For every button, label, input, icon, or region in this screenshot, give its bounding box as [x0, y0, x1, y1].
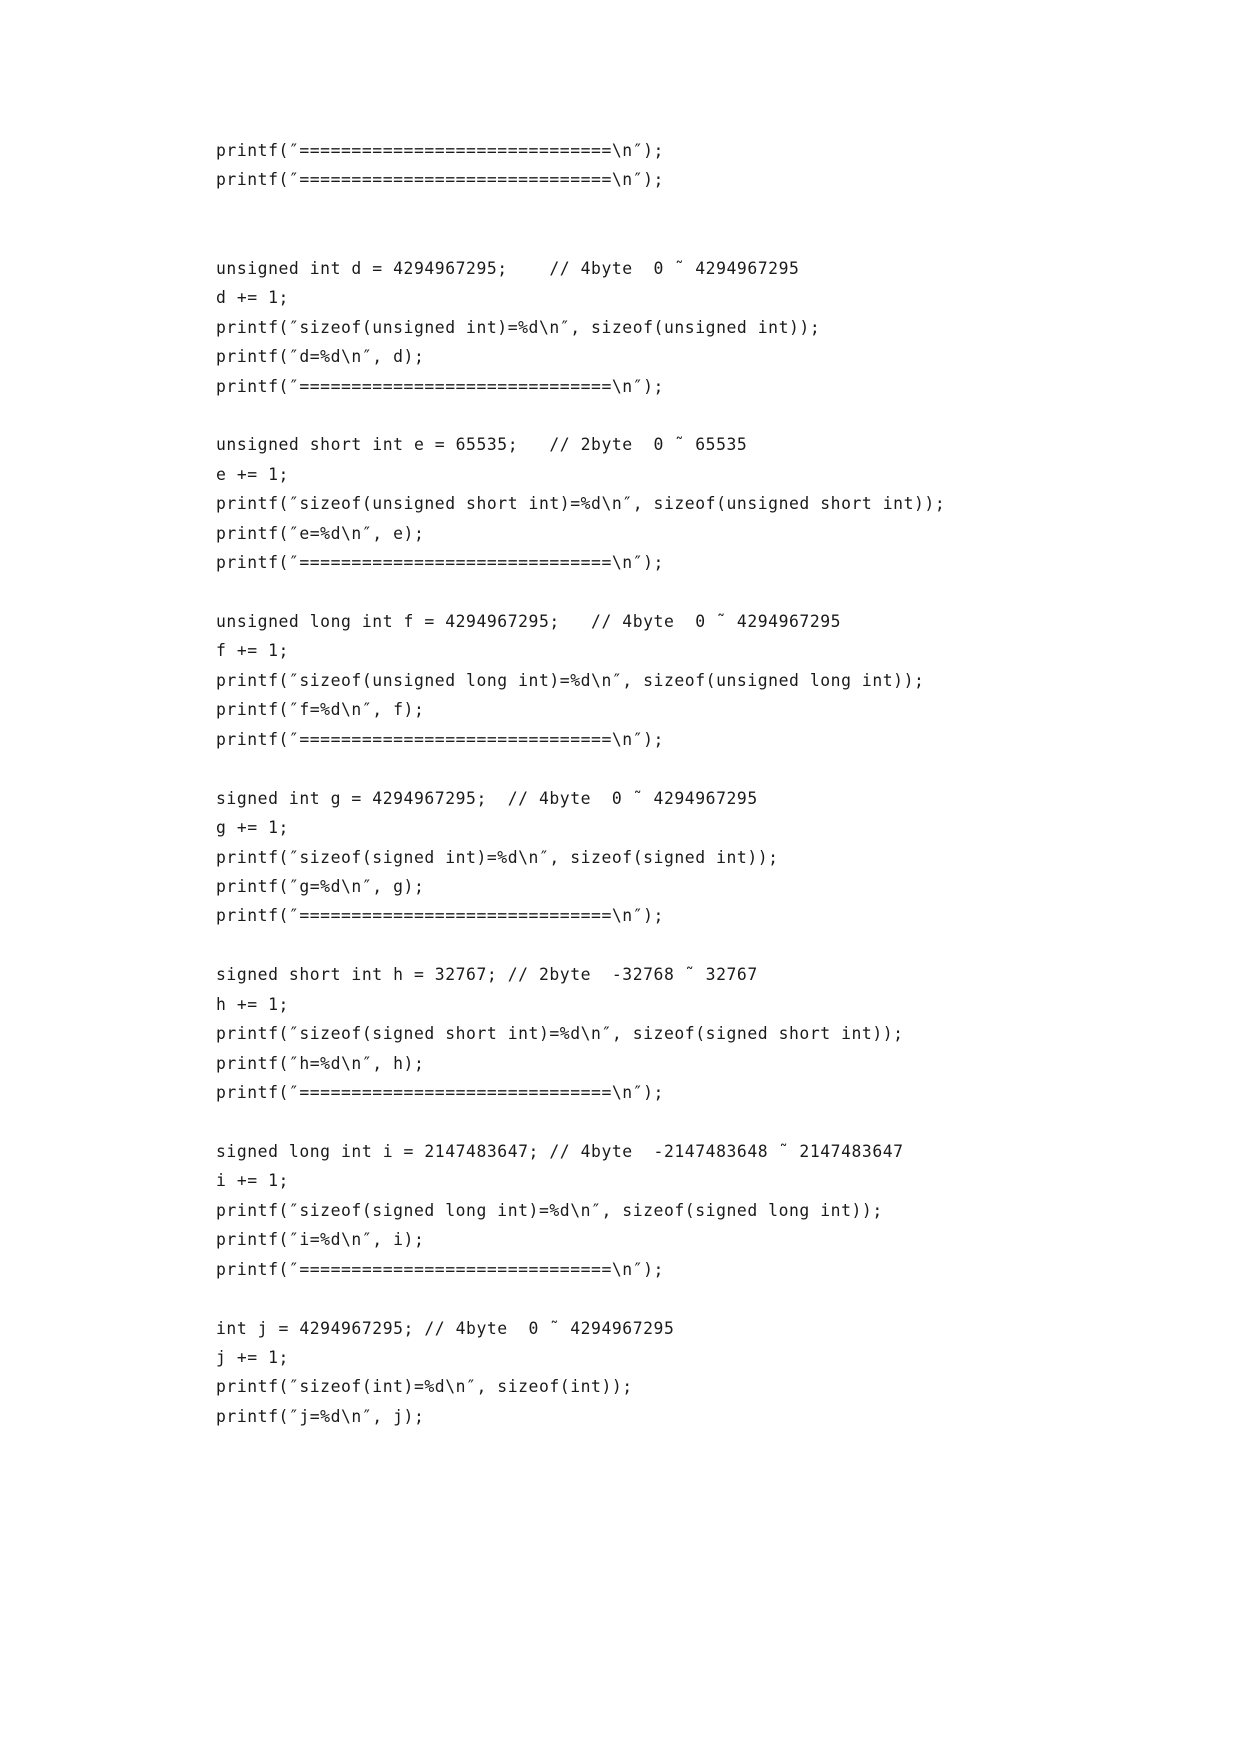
code-line: signed short int h = 32767; // 2byte -32… [216, 965, 758, 985]
code-line: printf(″sizeof(unsigned int)=%d\n″, size… [216, 317, 821, 337]
code-line: g += 1; [216, 818, 289, 838]
code-line: printf(″==============================\n… [216, 553, 664, 573]
code-line: printf(″sizeof(signed short int)=%d\n″, … [216, 1024, 904, 1044]
code-line: f += 1; [216, 641, 289, 661]
code-line: printf(″==============================\n… [216, 170, 664, 190]
code-line: d += 1; [216, 288, 289, 308]
code-line: printf(″==============================\n… [216, 906, 664, 926]
code-line: printf(″j=%d\n″, j); [216, 1406, 425, 1426]
code-line: printf(″==============================\n… [216, 376, 664, 396]
code-line: printf(″sizeof(unsigned short int)=%d\n″… [216, 494, 946, 514]
code-line: printf(″sizeof(signed long int)=%d\n″, s… [216, 1200, 883, 1220]
code-line: unsigned long int f = 4294967295; // 4by… [216, 612, 842, 631]
code-line: printf(″i=%d\n″, i); [216, 1230, 425, 1250]
code-line: i += 1; [216, 1171, 289, 1191]
code-line: printf(″sizeof(signed int)=%d\n″, sizeof… [216, 847, 779, 867]
code-listing: printf(″==============================\n… [216, 136, 1176, 1431]
code-line: printf(″h=%d\n″, h); [216, 1053, 425, 1073]
code-line: printf(″sizeof(unsigned long int)=%d\n″,… [216, 670, 925, 690]
code-line: int j = 4294967295; // 4byte 0 ˜ 4294967… [216, 1318, 675, 1338]
code-line: signed int g = 4294967295; // 4byte 0 ˜ … [216, 788, 758, 808]
code-line: printf(″e=%d\n″, e); [216, 523, 425, 543]
code-line: printf(″g=%d\n″, g); [216, 876, 425, 896]
code-line: printf(″d=%d\n″, d); [216, 347, 425, 367]
code-line: unsigned int d = 4294967295; // 4byte 0 … [216, 258, 800, 278]
document-page: printf(″==============================\n… [0, 0, 1240, 1753]
code-line: j += 1; [216, 1347, 289, 1367]
code-line: h += 1; [216, 994, 289, 1014]
code-line: e += 1; [216, 464, 289, 484]
code-line: printf(″f=%d\n″, f); [216, 700, 425, 720]
code-line: printf(″==============================\n… [216, 1259, 664, 1279]
code-line: unsigned short int e = 65535; // 2byte 0… [216, 435, 748, 455]
code-line: signed long int i = 2147483647; // 4byte… [216, 1141, 904, 1161]
code-line: printf(″sizeof(int)=%d\n″, sizeof(int)); [216, 1377, 633, 1397]
code-line: printf(″==============================\n… [216, 141, 664, 160]
code-line: printf(″==============================\n… [216, 729, 664, 749]
code-line: printf(″==============================\n… [216, 1083, 664, 1102]
